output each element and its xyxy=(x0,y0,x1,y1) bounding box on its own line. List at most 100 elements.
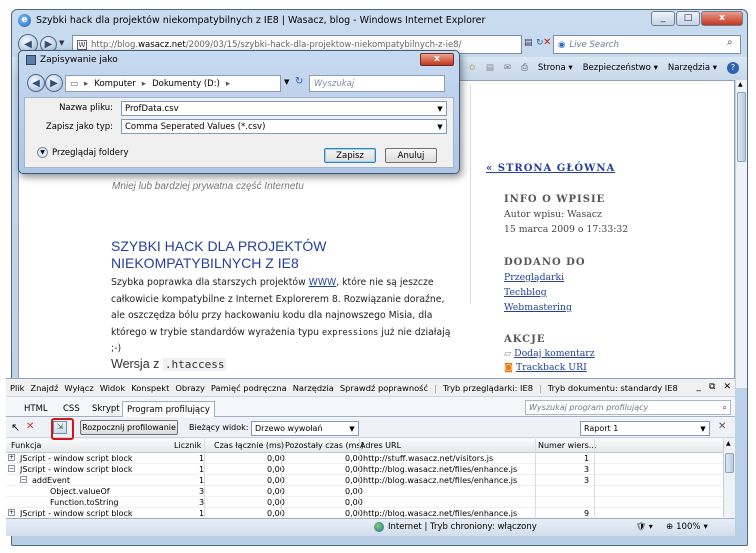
menu-pamiec[interactable]: Pamięć podręczna xyxy=(211,383,287,393)
table-row[interactable]: + JScript - window script block 1 0,00 0,00 h… xyxy=(6,453,723,464)
url-cell: http://blog.wasacz.net/files/enhance.js xyxy=(363,476,518,485)
dialog-icon xyxy=(26,55,36,65)
add-favorite-icon[interactable]: ✩ xyxy=(469,63,476,73)
col-function[interactable]: Funkcja xyxy=(11,441,41,450)
menu-narzedzia-dev[interactable]: Narzędzia xyxy=(293,383,334,393)
cancel-button[interactable]: Anuluj xyxy=(385,148,437,163)
stop-icon[interactable]: ✕ xyxy=(543,37,551,48)
menu-sprawdz[interactable]: Sprawdź poprawność xyxy=(340,383,428,393)
menu-obrazy[interactable]: Obrazy xyxy=(175,383,205,393)
help-icon[interactable]: ? xyxy=(727,62,739,74)
col-remaining-time[interactable]: Pozostały czas (ms) xyxy=(285,441,364,450)
dialog-forward-icon: ▶ xyxy=(50,77,58,89)
menu-narzedzia[interactable]: Narzędzia ▾ xyxy=(668,63,717,73)
tab-css[interactable]: CSS xyxy=(59,401,84,417)
cat-link-2[interactable]: Webmastering xyxy=(504,300,586,315)
filename-input[interactable]: ProfData.csv ▼ xyxy=(121,101,447,116)
zoom-icon: ⊕ xyxy=(666,522,674,532)
post-title[interactable]: SZYBKI HACK DLA PROJEKTÓW NIEKOMPATYBILN… xyxy=(111,238,411,272)
select-element-icon[interactable]: ↖ xyxy=(11,421,20,434)
table-row[interactable]: − addEvent 1 0,00 0,00 http://blog.wasacz.net… xyxy=(6,475,723,486)
tree-expander-icon[interactable]: − xyxy=(8,465,15,472)
page-scrollbar[interactable]: ▲ xyxy=(735,80,747,388)
search-input[interactable]: ◉ Live Search xyxy=(553,35,741,54)
grid-scroll-up-icon[interactable]: ▲ xyxy=(726,440,731,447)
filename-dropdown-icon[interactable]: ▼ xyxy=(434,105,446,113)
sidebar: « STRONA GŁÓWNA xyxy=(486,163,615,174)
grid-scroll-thumb[interactable] xyxy=(725,453,734,473)
start-profiling-button[interactable]: Rozpocznij profilowanie xyxy=(80,420,178,435)
filetype-dropdown-icon[interactable]: ▼ xyxy=(434,123,446,131)
dialog-search-input[interactable]: Wyszukaj xyxy=(309,75,445,92)
tree-expander-icon[interactable]: + xyxy=(8,509,15,516)
add-comment-link[interactable]: Dodaj komentarz xyxy=(514,348,595,359)
menu-konspekt[interactable]: Konspekt xyxy=(131,383,169,393)
search-icon[interactable]: ⌕ xyxy=(727,37,733,48)
browse-folders-toggle[interactable]: ▼ Przeglądaj foldery xyxy=(37,147,129,158)
grid-scrollbar[interactable]: ▲ xyxy=(723,439,735,517)
history-dropdown-icon[interactable]: ▼ xyxy=(59,39,64,47)
devtools-close-icon[interactable]: ✕ xyxy=(723,382,731,392)
cat-link-0[interactable]: Przeglądarki xyxy=(504,270,586,285)
dialog-refresh-icon[interactable]: ↻ xyxy=(295,76,303,87)
menu-znajdz[interactable]: Znajdź xyxy=(30,383,58,393)
dialog-back-button[interactable]: ◀ xyxy=(27,74,45,92)
menu-plik[interactable]: Plik xyxy=(10,383,24,393)
menu-widok[interactable]: Widok xyxy=(100,383,125,393)
devtools-unpin-icon[interactable]: ⧉ xyxy=(709,382,715,392)
col-line[interactable]: Numer wiers... xyxy=(538,441,596,450)
tab-script[interactable]: Skrypt xyxy=(88,401,124,417)
home-link[interactable]: « STRONA GŁÓWNA xyxy=(486,163,615,174)
security-zone[interactable]: Internet | Tryb chroniony: włączony xyxy=(374,522,537,532)
filetype-select[interactable]: Comma Seperated Values (*.csv) ▼ xyxy=(121,119,447,134)
www-link[interactable]: WWW xyxy=(309,277,337,288)
menu-wylacz[interactable]: Wyłącz xyxy=(64,383,93,393)
clear-icon[interactable]: ✕ xyxy=(26,421,34,432)
protected-mode-icon[interactable]: 🛡 ▾ xyxy=(636,522,653,531)
cat-link-1[interactable]: Techblog xyxy=(504,285,586,300)
save-button[interactable]: Zapisz xyxy=(324,148,376,163)
report-select[interactable]: Raport 1 ▼ xyxy=(580,421,710,436)
document-mode[interactable]: Tryb dokumentu: standardy IE8 xyxy=(548,383,678,393)
report-dropdown-icon[interactable]: ▼ xyxy=(697,425,709,433)
menu-strona[interactable]: Strona ▾ xyxy=(538,63,573,73)
table-row[interactable]: + JScript - window script block 1 0,00 0,00 h… xyxy=(6,508,723,517)
tree-expander-icon[interactable]: + xyxy=(8,454,15,461)
rest-cell: 0,00 xyxy=(345,465,363,474)
mail-icon[interactable]: ✉ xyxy=(504,63,511,73)
zoom-control[interactable]: ⊕ 100% ▾ xyxy=(666,522,708,532)
view-dropdown-icon[interactable]: ▼ xyxy=(346,425,358,433)
menu-bezpieczenstwo[interactable]: Bezpieczeństwo ▾ xyxy=(583,63,658,73)
page-scroll-thumb[interactable] xyxy=(737,92,746,162)
delete-report-icon[interactable]: ✕ xyxy=(718,421,726,432)
devtools-minimize-icon[interactable]: _ xyxy=(697,382,702,392)
dialog-breadcrumb[interactable]: ▭ ▸ Komputer ▸ Dokumenty (D:) ▸ xyxy=(65,75,281,92)
view-select[interactable]: Drzewo wywołań ▼ xyxy=(251,421,359,436)
crumb-computer[interactable]: Komputer xyxy=(94,79,135,89)
col-total-time[interactable]: Czas łącznie (ms) xyxy=(214,441,284,450)
feeds-icon[interactable]: ▤ xyxy=(486,63,494,73)
profiler-search-input[interactable]: Wyszukaj program profilujący ⌕ xyxy=(525,400,731,415)
table-row[interactable]: Object.valueOf 3 0,00 0,00 xyxy=(6,486,723,497)
close-button[interactable]: x xyxy=(701,11,743,26)
table-row[interactable]: Function.toString 3 0,00 0,00 xyxy=(6,497,723,508)
tab-html[interactable]: HTML xyxy=(20,401,52,417)
crumb-documents[interactable]: Dokumenty (D:) xyxy=(152,79,220,89)
crumb-dropdown-icon[interactable]: ▼ xyxy=(284,78,289,86)
tab-profiler[interactable]: Program profilujący xyxy=(122,401,215,417)
devtools-tabs: HTML CSS Skrypt Program profilujący Wysz… xyxy=(6,399,735,417)
maximize-button[interactable]: □ xyxy=(676,11,700,26)
compatibility-view-icon[interactable]: ▤ xyxy=(524,38,533,48)
dialog-close-button[interactable]: x xyxy=(420,53,454,66)
dialog-forward-button[interactable]: ▶ xyxy=(45,74,63,92)
minimize-button[interactable]: _ xyxy=(651,11,675,26)
browser-mode[interactable]: Tryb przeglądarki: IE8 xyxy=(443,383,533,393)
trackback-link[interactable]: Trackback URI xyxy=(516,362,587,373)
tree-expander-icon[interactable]: − xyxy=(20,476,27,483)
scroll-up-icon[interactable]: ▲ xyxy=(738,81,743,88)
function-cell: JScript - window script block xyxy=(20,454,133,463)
col-url[interactable]: Adres URL xyxy=(360,441,401,450)
col-count[interactable]: Licznik xyxy=(174,441,201,450)
table-row[interactable]: − JScript - window script block 1 0,00 0,00 h… xyxy=(6,464,723,475)
print-icon[interactable]: ⎙ xyxy=(521,63,528,73)
